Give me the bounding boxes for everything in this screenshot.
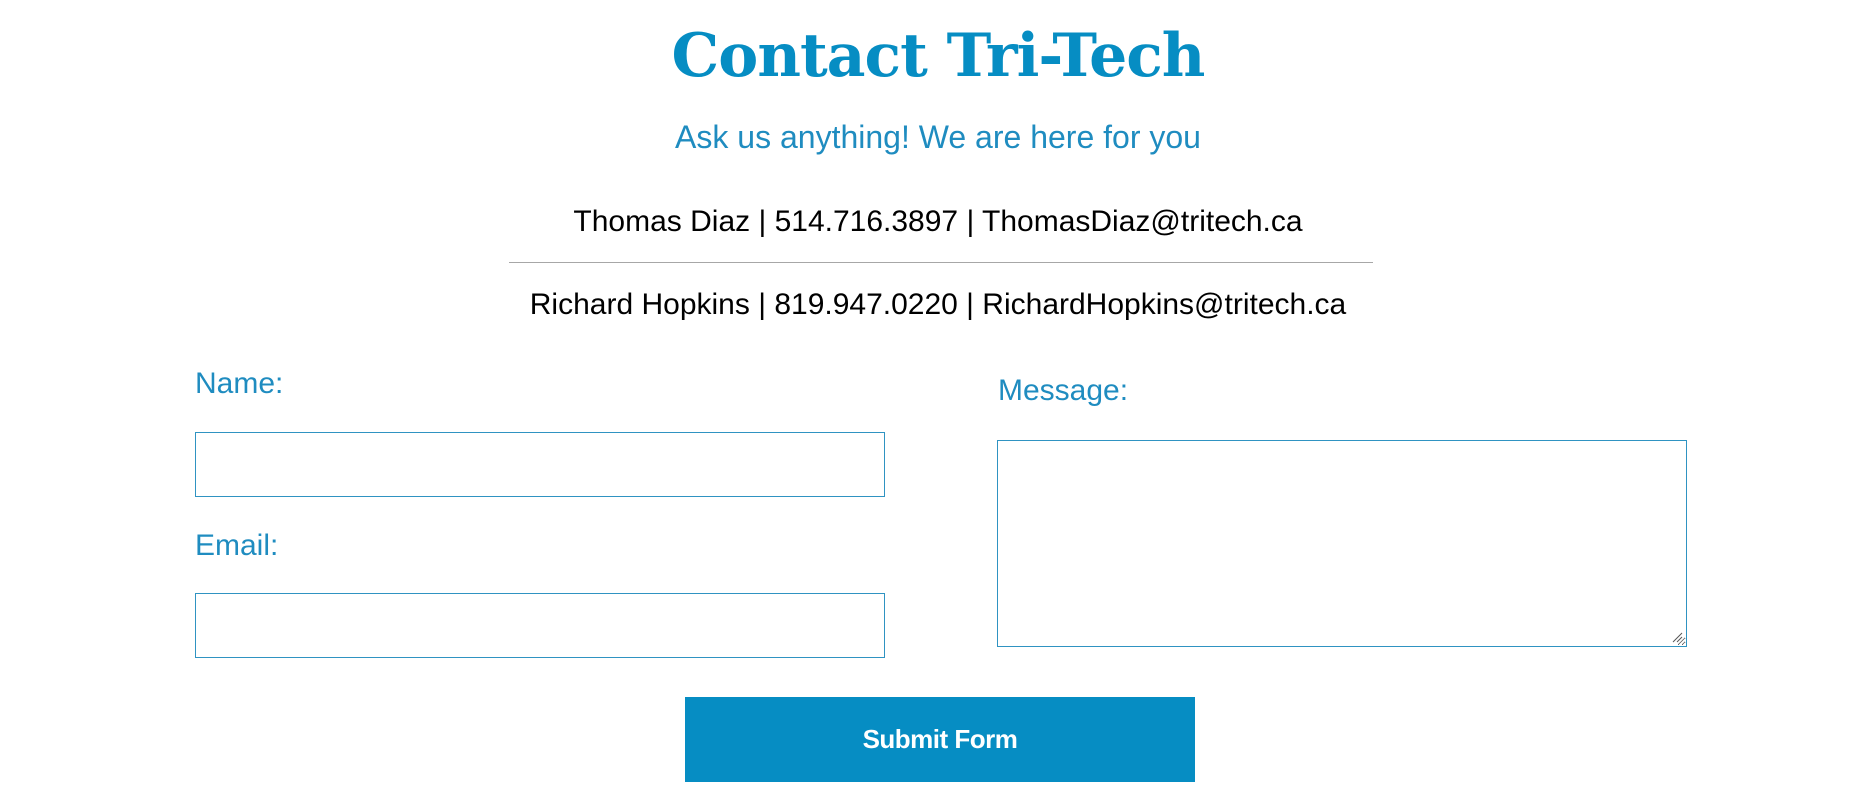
email-input[interactable] (195, 593, 885, 658)
page-subtitle: Ask us anything! We are here for you (675, 119, 1201, 155)
name-label: Name: (195, 367, 284, 400)
contact-line-thomas: Thomas Diaz | 514.716.3897 | ThomasDiaz@… (573, 205, 1303, 238)
email-label: Email: (195, 529, 279, 562)
submit-form-button[interactable]: Submit Form (685, 697, 1195, 782)
contact-divider (509, 262, 1373, 263)
name-input[interactable] (195, 432, 885, 497)
page-title: Contact Tri-Tech (671, 21, 1206, 91)
contact-page: Contact Tri-Tech Ask us anything! We are… (0, 0, 1876, 795)
contact-line-richard: Richard Hopkins | 819.947.0220 | Richard… (529, 288, 1347, 321)
message-textarea[interactable] (997, 440, 1687, 647)
message-label: Message: (998, 374, 1129, 407)
